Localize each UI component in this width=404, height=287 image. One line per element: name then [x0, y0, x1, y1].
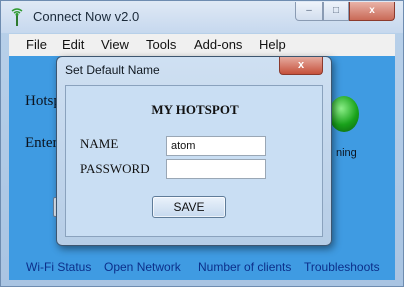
- menu-add-ons[interactable]: Add-ons: [194, 37, 242, 52]
- menu-file[interactable]: File: [26, 37, 47, 52]
- status-label: ning: [336, 147, 357, 159]
- password-input[interactable]: [166, 159, 266, 179]
- menu-help[interactable]: Help: [259, 37, 286, 52]
- antenna-icon: [11, 8, 23, 26]
- dialog-heading: MY HOTSPOT: [151, 102, 239, 117]
- link-troubleshoots[interactable]: Troubleshoots: [304, 260, 380, 274]
- menu-bar: File Edit View Tools Add-ons Help: [9, 34, 395, 57]
- close-button[interactable]: x: [349, 2, 395, 21]
- password-label: PASSWORD: [80, 161, 150, 176]
- status-indicator-icon: [329, 96, 359, 132]
- enter-label: Enter: [25, 135, 58, 151]
- save-button[interactable]: SAVE: [152, 196, 226, 218]
- name-input[interactable]: [166, 136, 266, 156]
- menu-tools[interactable]: Tools: [146, 37, 176, 52]
- link-wifi-status[interactable]: Wi-Fi Status: [26, 260, 91, 274]
- window-title: Connect Now v2.0: [33, 9, 140, 24]
- set-default-name-dialog: Set Default Name x MY HOTSPOT NAME PASSW…: [56, 56, 332, 246]
- link-open-network[interactable]: Open Network: [104, 260, 181, 274]
- title-bar: Connect Now v2.0 – □ x: [1, 1, 403, 33]
- minimize-button[interactable]: –: [295, 2, 323, 21]
- link-number-of-clients[interactable]: Number of clients: [198, 260, 291, 274]
- name-label: NAME: [80, 136, 119, 151]
- menu-view[interactable]: View: [101, 37, 129, 52]
- menu-edit[interactable]: Edit: [62, 37, 84, 52]
- maximize-button[interactable]: □: [323, 2, 349, 21]
- dialog-body: MY HOTSPOT NAME PASSWORD SAVE: [65, 85, 323, 237]
- dialog-close-button[interactable]: x: [279, 57, 323, 75]
- dialog-title: Set Default Name: [65, 63, 160, 77]
